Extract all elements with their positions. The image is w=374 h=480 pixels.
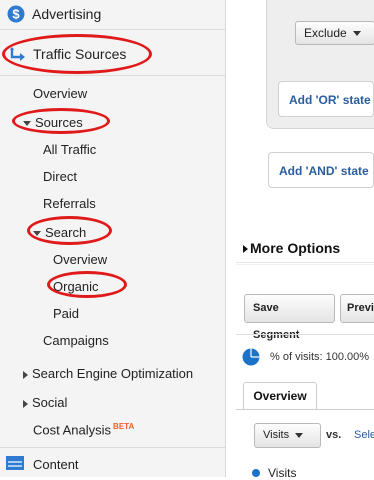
beta-badge: BETA — [113, 422, 135, 431]
divider — [236, 334, 374, 335]
save-segment-label: Save Segment — [253, 302, 300, 341]
sidebar-item-search-overview[interactable]: Overview — [53, 252, 107, 267]
divider — [236, 409, 374, 410]
sidebar-item-paid[interactable]: Paid — [53, 306, 79, 321]
expand-arrow-icon — [243, 245, 248, 254]
visits-legend-dot — [252, 469, 260, 477]
sidebar-item-all-traffic[interactable]: All Traffic — [43, 142, 96, 157]
traffic-sources-icon — [10, 47, 25, 61]
sidebar: $ Advertising Traffic Sources Overview S… — [0, 0, 226, 477]
sidebar-item-seo[interactable]: Search Engine Optimization — [23, 366, 193, 381]
chevron-down-icon — [352, 31, 361, 37]
exclude-label: Exclude — [304, 26, 347, 40]
sidebar-item-social[interactable]: Social — [23, 395, 67, 410]
segment-editor-panel: Exclude Add 'OR' state Add 'AND' state M… — [226, 0, 374, 480]
sidebar-item-campaigns[interactable]: Campaigns — [43, 333, 109, 348]
select-metric-link[interactable]: Sele — [354, 429, 374, 441]
sidebar-item-advertising[interactable]: $ Advertising — [0, 0, 225, 30]
sidebar-item-label: Sources — [35, 115, 83, 130]
tab-label: Overview — [253, 389, 307, 403]
visits-legend-label: Visits — [268, 466, 297, 480]
segment-pie-icon — [242, 348, 260, 366]
divider — [236, 262, 374, 263]
sidebar-item-search[interactable]: Search — [33, 225, 86, 240]
sidebar-item-organic[interactable]: Organic — [53, 279, 99, 294]
vs-label: vs. — [326, 429, 342, 441]
sidebar-item-cost-analysis[interactable]: Cost Analysis BETA — [33, 422, 134, 437]
expand-arrow-icon — [33, 231, 41, 237]
add-and-label: Add 'AND' state — [279, 164, 369, 178]
add-or-label: Add 'OR' state — [289, 93, 371, 107]
content-icon — [6, 456, 24, 470]
save-segment-button[interactable]: Save Segment — [244, 294, 335, 341]
divider — [236, 264, 374, 265]
preview-label: Previ — [347, 302, 374, 314]
percent-visits-label: % of visits: 100.00% — [270, 351, 370, 363]
more-options-label: More Options — [250, 240, 341, 256]
collapse-arrow-icon — [23, 370, 28, 379]
sidebar-item-overview[interactable]: Overview — [33, 86, 87, 101]
add-or-statement-button[interactable]: Add 'OR' state — [278, 81, 374, 117]
sidebar-item-label: Social — [32, 395, 68, 410]
add-and-statement-button[interactable]: Add 'AND' state — [268, 152, 374, 188]
sidebar-item-content[interactable]: Content — [0, 448, 225, 477]
exclude-dropdown[interactable]: Exclude — [295, 21, 374, 45]
divider — [0, 75, 225, 76]
svg-text:$: $ — [12, 7, 20, 22]
sidebar-item-sources[interactable]: Sources — [23, 115, 83, 130]
sidebar-item-traffic-sources[interactable]: Traffic Sources — [0, 38, 225, 72]
sidebar-item-label: Cost Analysis — [33, 422, 112, 438]
sidebar-item-label: Search Engine Optimization — [32, 366, 194, 381]
dollar-icon: $ — [7, 5, 25, 23]
sidebar-item-label: Search — [45, 225, 87, 240]
sidebar-item-label: Content — [33, 457, 79, 472]
more-options-toggle[interactable]: More Options — [243, 240, 340, 256]
expand-arrow-icon — [23, 121, 31, 127]
sidebar-item-label: Traffic Sources — [33, 46, 127, 62]
preview-button[interactable]: Previ — [340, 294, 374, 323]
metric-label: Visits — [263, 429, 290, 441]
tab-overview[interactable]: Overview — [243, 382, 317, 410]
sidebar-item-label: Advertising — [32, 6, 102, 22]
metric-dropdown[interactable]: Visits — [254, 423, 321, 448]
collapse-arrow-icon — [23, 399, 28, 408]
sidebar-item-direct[interactable]: Direct — [43, 169, 77, 184]
chevron-down-icon — [295, 432, 304, 438]
sidebar-item-referrals[interactable]: Referrals — [43, 196, 96, 211]
